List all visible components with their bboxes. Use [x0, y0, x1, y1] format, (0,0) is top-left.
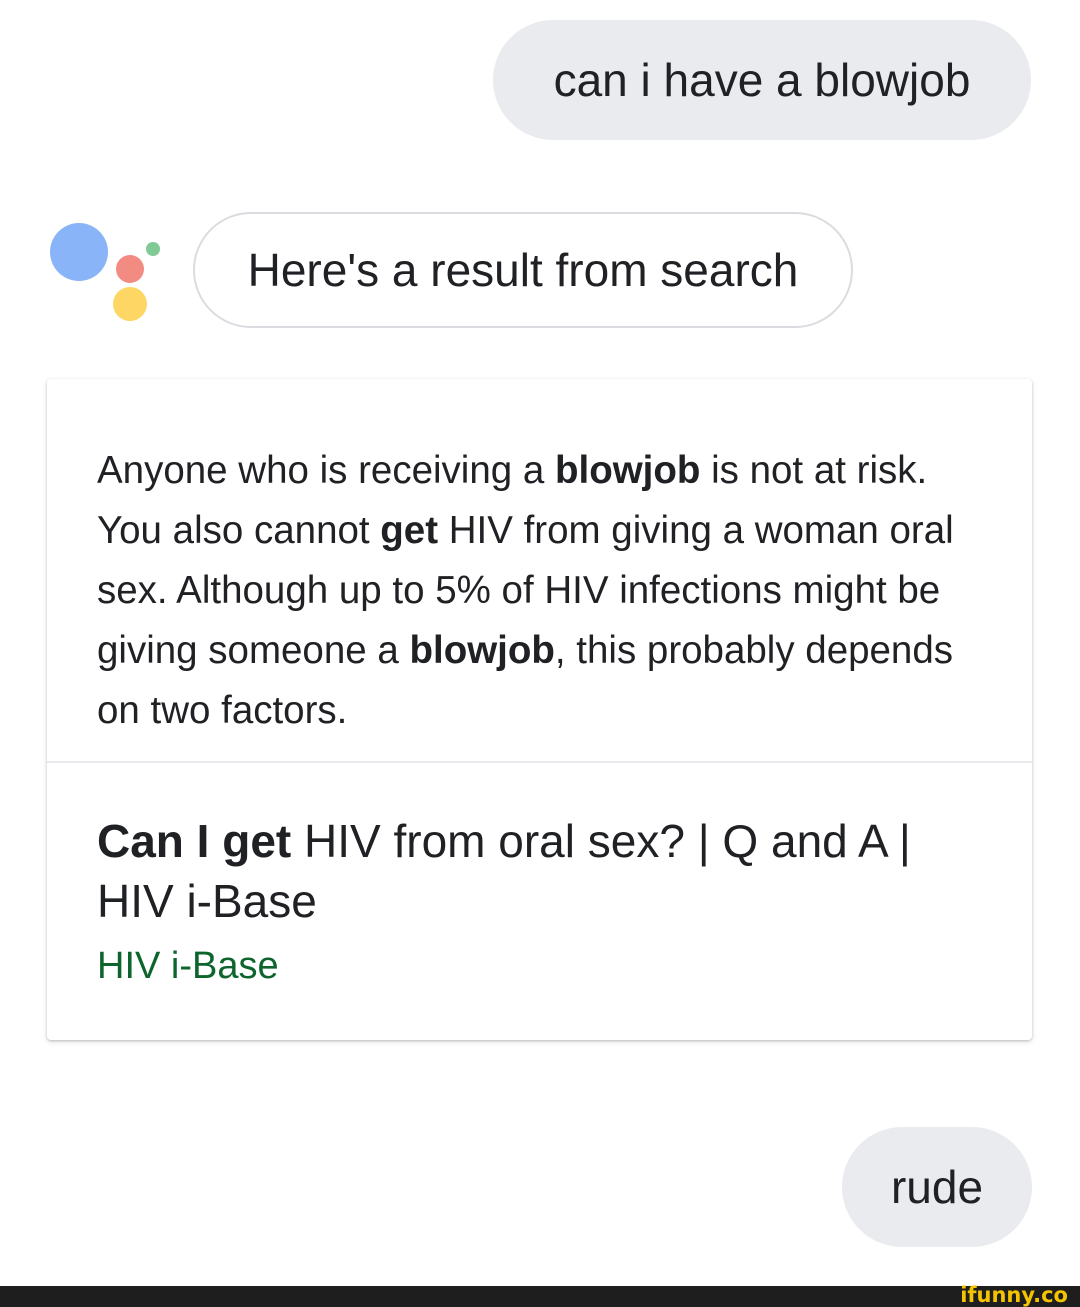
result-source-site[interactable]: HIV i-Base [97, 941, 279, 991]
card-divider [47, 761, 1032, 763]
user-message-bubble: rude [842, 1127, 1032, 1247]
ifunny-watermark-logo: ifunny.co [960, 1283, 1068, 1307]
result-snippet: Anyone who is receiving a blowjob is not… [97, 441, 997, 741]
result-source-title-link[interactable]: Can I get HIV from oral sex? | Q and A |… [97, 811, 977, 931]
watermark-bar [0, 1286, 1080, 1307]
snippet-bold-text: get [380, 509, 439, 552]
logo-dot-yellow [113, 287, 147, 321]
user-message-text: can i have a blowjob [553, 54, 971, 106]
logo-dot-green [146, 242, 160, 256]
logo-dot-blue [50, 223, 108, 281]
google-assistant-icon [50, 220, 165, 330]
assistant-conversation: can i have a blowjob Here's a result fro… [0, 0, 1080, 1307]
search-result-card[interactable]: Anyone who is receiving a blowjob is not… [47, 379, 1032, 1040]
source-title-bold-text: Can I get [97, 815, 292, 867]
snippet-bold-text: blowjob [409, 629, 555, 672]
user-message-text: rude [890, 1161, 984, 1213]
snippet-bold-text: blowjob [554, 449, 701, 492]
snippet-text: Anyone who is receiving a [97, 449, 555, 492]
logo-dot-red [116, 255, 144, 283]
assistant-reply-text: Here's a result from search [247, 244, 799, 296]
user-message-bubble: can i have a blowjob [493, 20, 1031, 140]
assistant-reply-bubble: Here's a result from search [193, 212, 853, 328]
